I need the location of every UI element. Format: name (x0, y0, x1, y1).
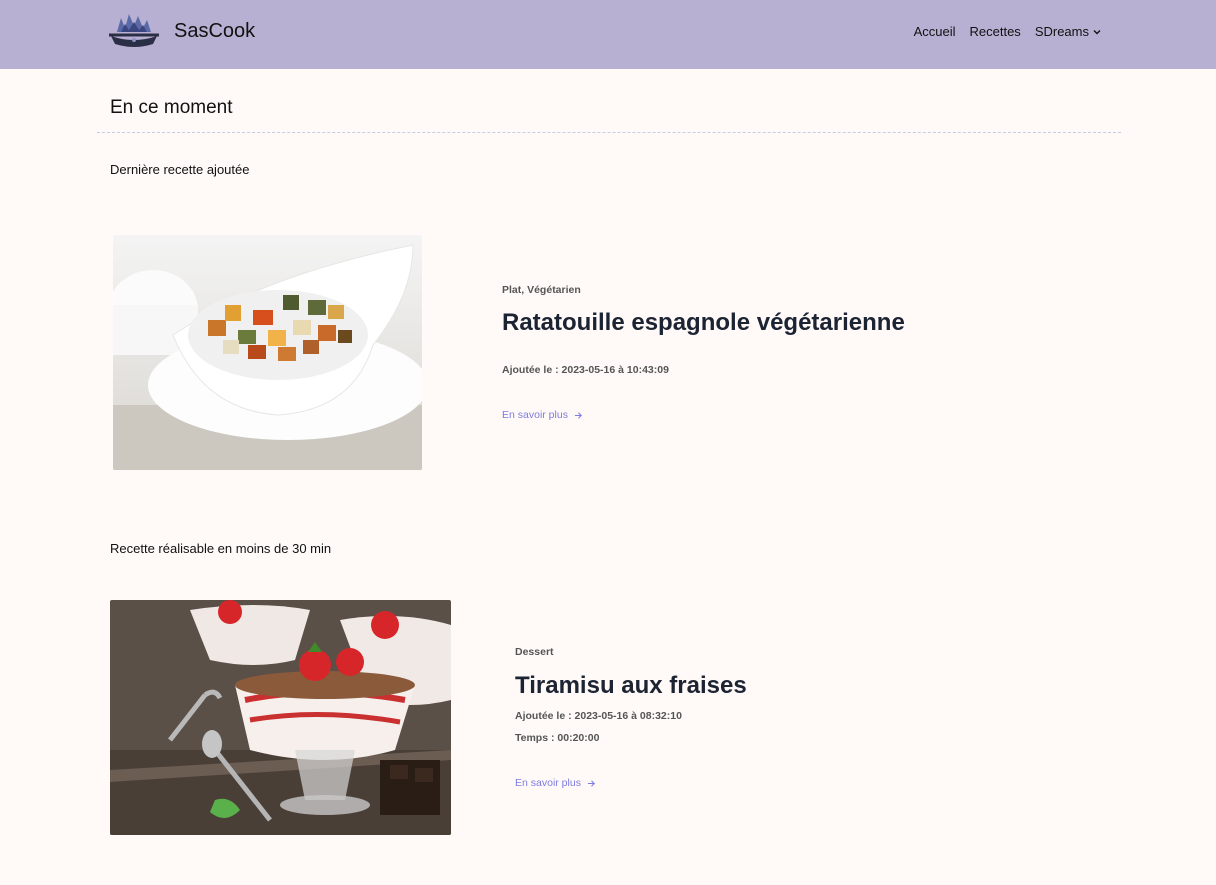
latest-recipe-tags: Plat, Végétarien (502, 284, 581, 296)
ratatouille-photo (113, 235, 422, 470)
latest-recipe-heading: Dernière recette ajoutée (110, 162, 250, 177)
more-link-label: En savoir plus (502, 409, 568, 421)
nav-sdreams-label: SDreams (1034, 24, 1089, 39)
quick-recipe-title[interactable]: Tiramisu aux fraises (515, 672, 747, 700)
nav-sdreams-dropdown[interactable]: SDreams (1035, 24, 1101, 39)
main-nav: Accueil Recettes SDreams (914, 24, 1101, 39)
tiramisu-photo (110, 600, 451, 835)
top-navbar: SasCook Accueil Recettes SDreams (0, 0, 1216, 69)
latest-recipe-date: Ajoutée le : 2023-05-16 à 10:43:09 (502, 364, 669, 376)
more-link-label: En savoir plus (515, 777, 581, 789)
nav-home[interactable]: Accueil (914, 24, 956, 39)
latest-recipe-title[interactable]: Ratatouille espagnole végétarienne (502, 309, 905, 337)
cooking-pot-logo-icon[interactable] (107, 10, 161, 50)
arrow-right-icon (587, 779, 595, 787)
ratatouille-image[interactable] (113, 235, 422, 470)
quick-recipe-heading: Recette réalisable en moins de 30 min (110, 541, 332, 556)
brand-name[interactable]: SasCook (174, 20, 255, 43)
page-title: En ce moment (110, 97, 233, 118)
quick-recipe-more-link[interactable]: En savoir plus (515, 777, 596, 789)
divider (97, 132, 1121, 133)
arrow-right-icon (574, 411, 582, 419)
tiramisu-image[interactable] (110, 600, 451, 835)
quick-recipe-time: Temps : 00:20:00 (515, 732, 600, 744)
latest-recipe-more-link[interactable]: En savoir plus (502, 409, 583, 421)
chevron-down-icon (1093, 29, 1101, 34)
quick-recipe-tags: Dessert (515, 646, 554, 658)
nav-recipes[interactable]: Recettes (970, 24, 1021, 39)
quick-recipe-date: Ajoutée le : 2023-05-16 à 08:32:10 (515, 710, 682, 722)
